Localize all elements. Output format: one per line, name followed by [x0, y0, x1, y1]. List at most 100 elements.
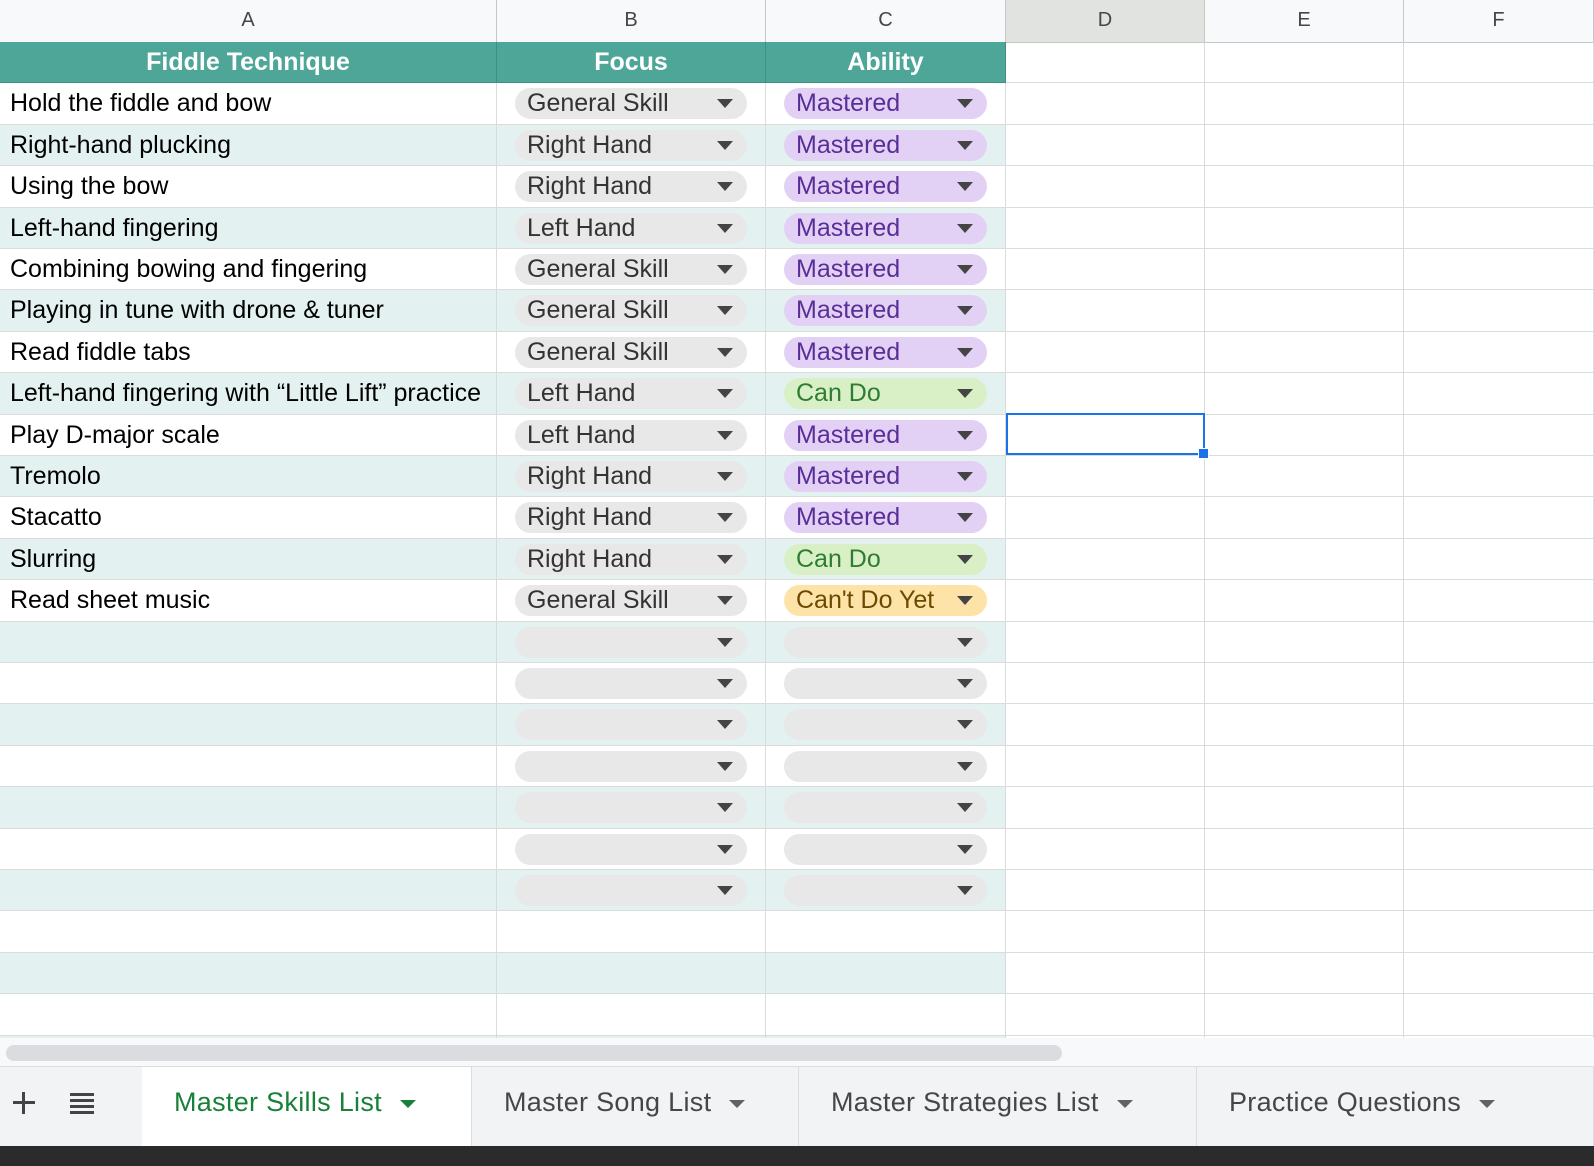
caret-down-icon[interactable] — [717, 430, 733, 440]
ability-dropdown[interactable]: Mastered — [784, 419, 987, 451]
caret-down-icon[interactable] — [957, 886, 973, 895]
focus-dropdown[interactable]: Right Hand — [515, 502, 747, 534]
empty-cell[interactable] — [1205, 538, 1404, 581]
empty-cell[interactable] — [1205, 166, 1404, 208]
focus-dropdown[interactable]: General Skill — [515, 254, 747, 285]
column-header-e[interactable]: E — [1205, 0, 1404, 42]
ability-dropdown[interactable] — [784, 668, 987, 699]
empty-cell[interactable] — [1006, 373, 1205, 415]
focus-cell[interactable]: General Skill — [497, 580, 766, 622]
ability-cell[interactable]: Can Do — [766, 373, 1006, 415]
ability-cell[interactable]: Mastered — [766, 331, 1006, 374]
empty-cell[interactable] — [1006, 42, 1205, 84]
focus-cell[interactable]: General Skill — [497, 249, 766, 291]
empty-cell[interactable] — [1006, 911, 1205, 953]
caret-down-icon[interactable] — [957, 720, 973, 730]
focus-cell[interactable]: General Skill — [497, 331, 766, 374]
sheet-tab[interactable]: Practice Questions — [1197, 1067, 1594, 1147]
empty-cell[interactable] — [1404, 83, 1594, 125]
focus-cell[interactable]: General Skill — [497, 290, 766, 332]
empty-cell[interactable] — [1404, 787, 1594, 829]
ability-cell[interactable] — [766, 870, 1006, 912]
empty-cell[interactable] — [1404, 538, 1594, 581]
empty-cell[interactable] — [1006, 497, 1205, 539]
technique-cell[interactable]: Using the bow — [0, 166, 497, 208]
table-cell[interactable] — [0, 952, 497, 995]
technique-cell[interactable]: Combining bowing and fingering — [0, 249, 497, 291]
ability-cell[interactable]: Mastered — [766, 166, 1006, 208]
empty-cell[interactable] — [1205, 331, 1404, 374]
focus-cell[interactable]: Left Hand — [497, 373, 766, 415]
header-cell-focus[interactable]: Focus — [497, 42, 766, 84]
empty-cell[interactable] — [1404, 870, 1594, 912]
ability-cell[interactable]: Mastered — [766, 456, 1006, 498]
list-icon[interactable] — [68, 1089, 96, 1117]
focus-dropdown[interactable] — [515, 668, 747, 699]
empty-cell[interactable] — [1404, 331, 1594, 374]
caret-down-icon[interactable] — [717, 472, 733, 481]
ability-cell[interactable]: Mastered — [766, 124, 1006, 167]
empty-cell[interactable] — [1006, 994, 1205, 1036]
ability-dropdown[interactable] — [784, 792, 987, 824]
ability-cell[interactable] — [766, 828, 1006, 870]
technique-cell[interactable] — [0, 828, 497, 870]
ability-dropdown[interactable] — [784, 709, 987, 741]
empty-cell[interactable] — [1006, 414, 1205, 456]
empty-cell[interactable] — [1205, 787, 1404, 829]
focus-cell[interactable] — [497, 745, 766, 788]
table-cell[interactable] — [766, 911, 1006, 953]
caret-down-icon[interactable] — [957, 347, 973, 357]
caret-down-icon[interactable] — [717, 513, 733, 523]
empty-cell[interactable] — [1006, 952, 1205, 995]
ability-cell[interactable]: Mastered — [766, 414, 1006, 456]
caret-down-icon[interactable] — [957, 389, 973, 399]
empty-cell[interactable] — [1205, 456, 1404, 498]
ability-dropdown[interactable]: Mastered — [784, 254, 987, 285]
empty-cell[interactable] — [1205, 497, 1404, 539]
column-header-d[interactable]: D — [1006, 0, 1205, 42]
empty-cell[interactable] — [1006, 249, 1205, 291]
focus-dropdown[interactable]: Left Hand — [515, 378, 747, 410]
empty-cell[interactable] — [1006, 621, 1205, 663]
caret-down-icon[interactable] — [957, 430, 973, 440]
ability-cell[interactable] — [766, 621, 1006, 663]
ability-cell[interactable]: Mastered — [766, 290, 1006, 332]
caret-down-icon[interactable] — [1479, 1100, 1495, 1108]
empty-cell[interactable] — [1006, 290, 1205, 332]
caret-down-icon[interactable] — [717, 761, 733, 771]
plus-icon[interactable] — [8, 1087, 40, 1119]
empty-cell[interactable] — [1404, 580, 1594, 622]
empty-cell[interactable] — [1006, 124, 1205, 167]
empty-cell[interactable] — [1006, 331, 1205, 374]
caret-down-icon[interactable] — [717, 720, 733, 730]
table-cell[interactable] — [0, 994, 497, 1036]
focus-cell[interactable] — [497, 663, 766, 705]
empty-cell[interactable] — [1404, 828, 1594, 870]
ability-cell[interactable]: Can Do — [766, 538, 1006, 581]
empty-cell[interactable] — [1205, 83, 1404, 125]
focus-cell[interactable]: Right Hand — [497, 497, 766, 539]
ability-dropdown[interactable]: Mastered — [784, 88, 987, 120]
technique-cell[interactable]: Playing in tune with drone & tuner — [0, 290, 497, 332]
ability-dropdown[interactable]: Mastered — [784, 212, 987, 244]
caret-down-icon[interactable] — [957, 513, 973, 523]
empty-cell[interactable] — [1205, 828, 1404, 870]
caret-down-icon[interactable] — [400, 1100, 416, 1108]
technique-cell[interactable]: Stacatto — [0, 497, 497, 539]
column-header-a[interactable]: A — [0, 0, 497, 42]
focus-dropdown[interactable]: General Skill — [515, 336, 747, 368]
column-header-c[interactable]: C — [766, 0, 1006, 42]
caret-down-icon[interactable] — [717, 140, 733, 150]
technique-cell[interactable] — [0, 704, 497, 746]
empty-cell[interactable] — [1404, 745, 1594, 788]
focus-cell[interactable]: Right Hand — [497, 456, 766, 498]
ability-dropdown[interactable]: Mastered — [784, 461, 987, 492]
focus-dropdown[interactable]: Right Hand — [515, 461, 747, 492]
empty-cell[interactable] — [1404, 42, 1594, 84]
caret-down-icon[interactable] — [717, 637, 733, 647]
empty-cell[interactable] — [1404, 290, 1594, 332]
empty-cell[interactable] — [1404, 124, 1594, 167]
focus-dropdown[interactable] — [515, 750, 747, 782]
header-cell-technique[interactable]: Fiddle Technique — [0, 42, 497, 84]
empty-cell[interactable] — [1205, 911, 1404, 953]
